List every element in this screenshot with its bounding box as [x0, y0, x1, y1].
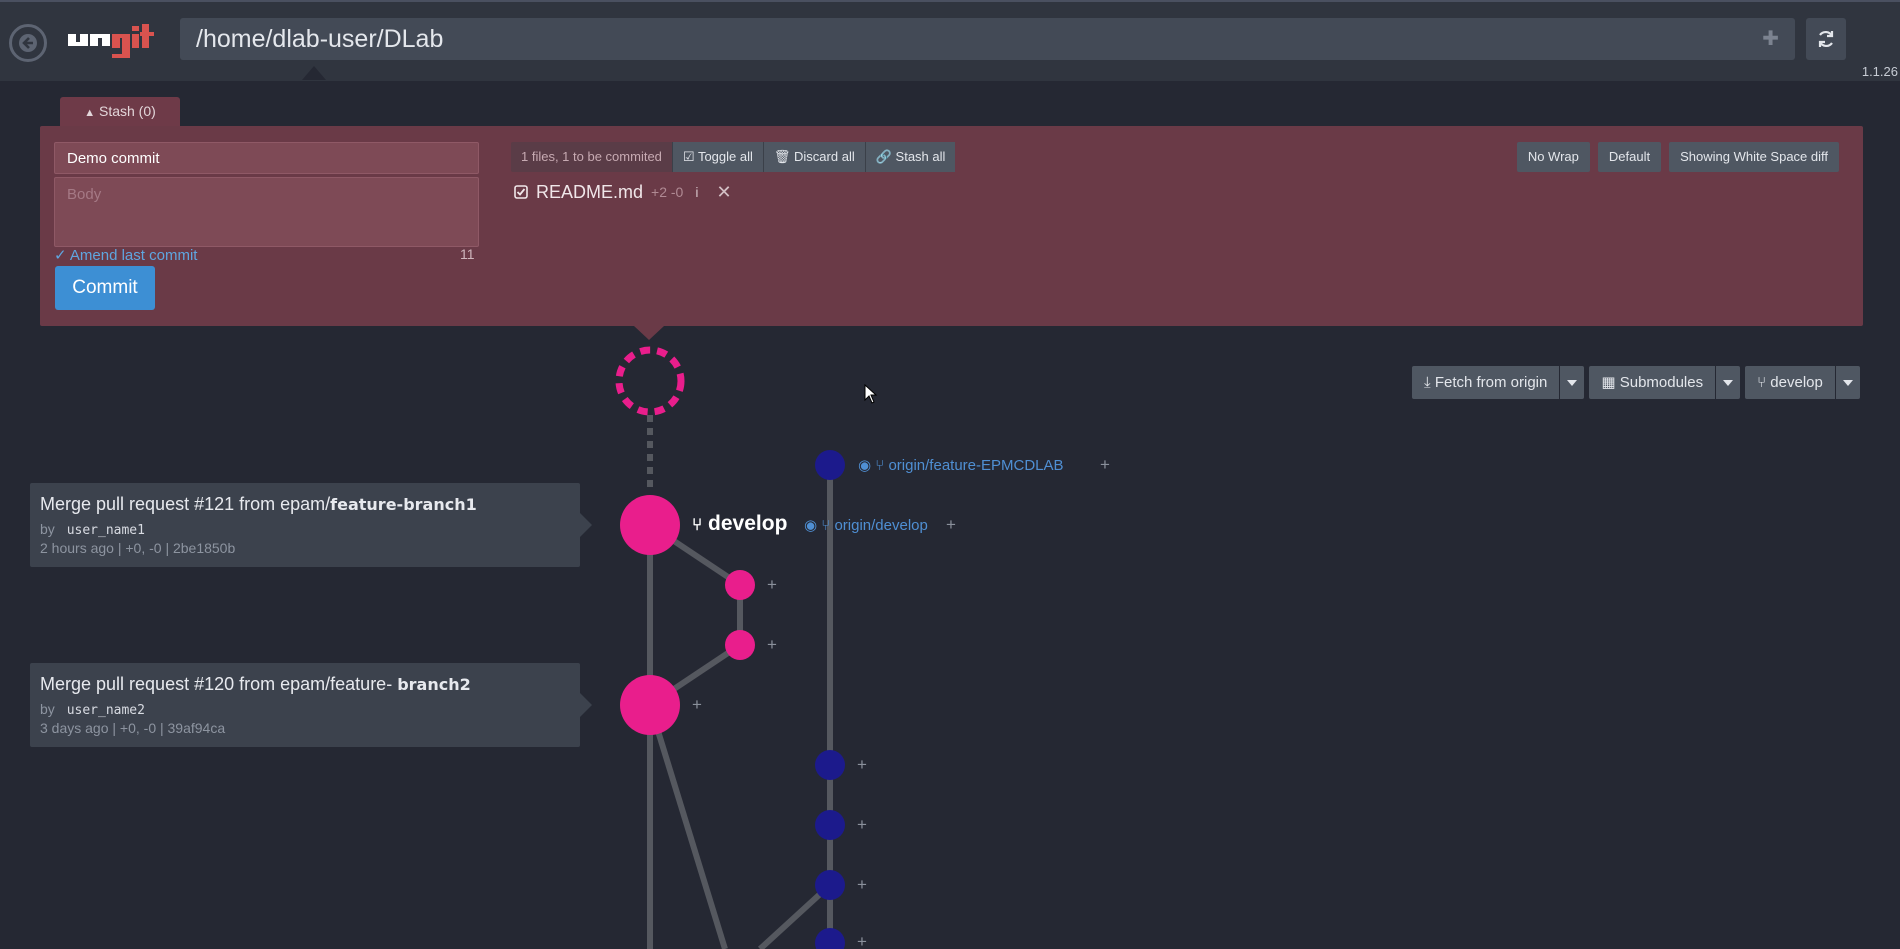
branch-icon: ⑂ — [821, 517, 831, 534]
submodules-group: ▦ Submodules — [1589, 366, 1741, 399]
grid-icon: ▦ — [1601, 374, 1616, 391]
commit-author: user_name1 — [66, 523, 145, 538]
commit-graph — [615, 346, 845, 949]
commit-node — [815, 928, 845, 949]
commit-title-branch: branch2 — [397, 675, 471, 694]
commit-node — [620, 675, 680, 735]
commit-meta: 2 hours ago | +0, -0 | 2be1850b — [40, 540, 236, 556]
commit-title: Merge pull request #120 from epam/featur… — [40, 674, 471, 695]
commit-node — [725, 630, 755, 660]
commit-title-branch: feature-branch1 — [330, 495, 477, 514]
download-icon: ⤓ — [1424, 374, 1431, 391]
plus-icon[interactable]: + — [1100, 455, 1110, 475]
caret-down-icon — [1723, 379, 1734, 386]
commit-node — [815, 810, 845, 840]
commit-author-line: by user_name2 — [40, 701, 145, 718]
working-tree-node — [615, 346, 685, 416]
commit-title-prefix: Merge pull request #121 from epam/ — [40, 494, 331, 514]
commit-card[interactable]: Merge pull request #120 from epam/featur… — [30, 663, 592, 747]
branch-group: ⑂ develop — [1745, 366, 1860, 399]
fetch-group: ⤓ Fetch from origin — [1412, 366, 1585, 399]
commit-node — [620, 495, 680, 555]
remote-ref-feature[interactable]: ◉ ⑂ origin/feature-EPMCDLAB — [858, 456, 1064, 474]
by-label: by — [40, 701, 55, 717]
plus-icon[interactable]: + — [692, 695, 702, 715]
by-label: by — [40, 521, 55, 537]
remote-icon: ◉ — [804, 517, 818, 534]
branch-options-button[interactable] — [1835, 366, 1860, 399]
submodules-label: Submodules — [1619, 374, 1704, 391]
commit-node — [725, 570, 755, 600]
current-branch-label: develop — [1770, 374, 1823, 391]
fetch-from-origin-button[interactable]: ⤓ Fetch from origin — [1412, 366, 1560, 399]
remote-ref-develop-label: origin/develop — [834, 517, 928, 534]
plus-icon[interactable]: + — [857, 875, 867, 895]
local-branch-label: develop — [708, 512, 788, 535]
caret-down-icon — [1567, 379, 1578, 386]
plus-icon[interactable]: + — [767, 635, 777, 655]
commit-meta: 3 days ago | +0, -0 | 39af94ca — [40, 720, 226, 736]
commit-card[interactable]: Merge pull request #121 from epam/featur… — [30, 483, 592, 567]
submodules-button[interactable]: ▦ Submodules — [1589, 366, 1716, 399]
current-branch-button[interactable]: ⑂ develop — [1745, 366, 1835, 399]
graph-edge — [647, 704, 728, 949]
commit-title-prefix: Merge pull request #120 from epam/featur… — [40, 674, 398, 694]
plus-icon[interactable]: + — [857, 755, 867, 775]
commit-title: Merge pull request #121 from epam/featur… — [40, 494, 477, 515]
graph-actions: ⤓ Fetch from origin ▦ Submodules ⑂ devel… — [1412, 366, 1860, 399]
commit-node — [815, 870, 845, 900]
commit-node — [815, 750, 845, 780]
plus-icon[interactable]: + — [946, 515, 956, 535]
fetch-label: Fetch from origin — [1434, 374, 1548, 391]
commit-node — [815, 450, 845, 480]
plus-icon[interactable]: + — [857, 815, 867, 835]
branch-icon: ⑂ — [692, 515, 703, 534]
branch-icon: ⑂ — [875, 457, 885, 474]
plus-icon[interactable]: + — [857, 932, 867, 949]
remote-ref-feature-label: origin/feature-EPMCDLAB — [888, 457, 1064, 474]
branch-icon: ⑂ — [1757, 374, 1767, 391]
commit-author-line: by user_name1 — [40, 521, 145, 538]
local-branch-develop[interactable]: ⑂ develop — [692, 512, 787, 536]
submodules-options-button[interactable] — [1716, 366, 1741, 399]
mouse-cursor-icon — [864, 384, 878, 404]
remote-icon: ◉ — [858, 457, 872, 474]
caret-down-icon — [1842, 379, 1853, 386]
commit-author: user_name2 — [66, 703, 145, 718]
remote-ref-develop[interactable]: ◉ ⑂ origin/develop — [804, 516, 928, 534]
fetch-options-button[interactable] — [1560, 366, 1585, 399]
plus-icon[interactable]: + — [767, 575, 777, 595]
